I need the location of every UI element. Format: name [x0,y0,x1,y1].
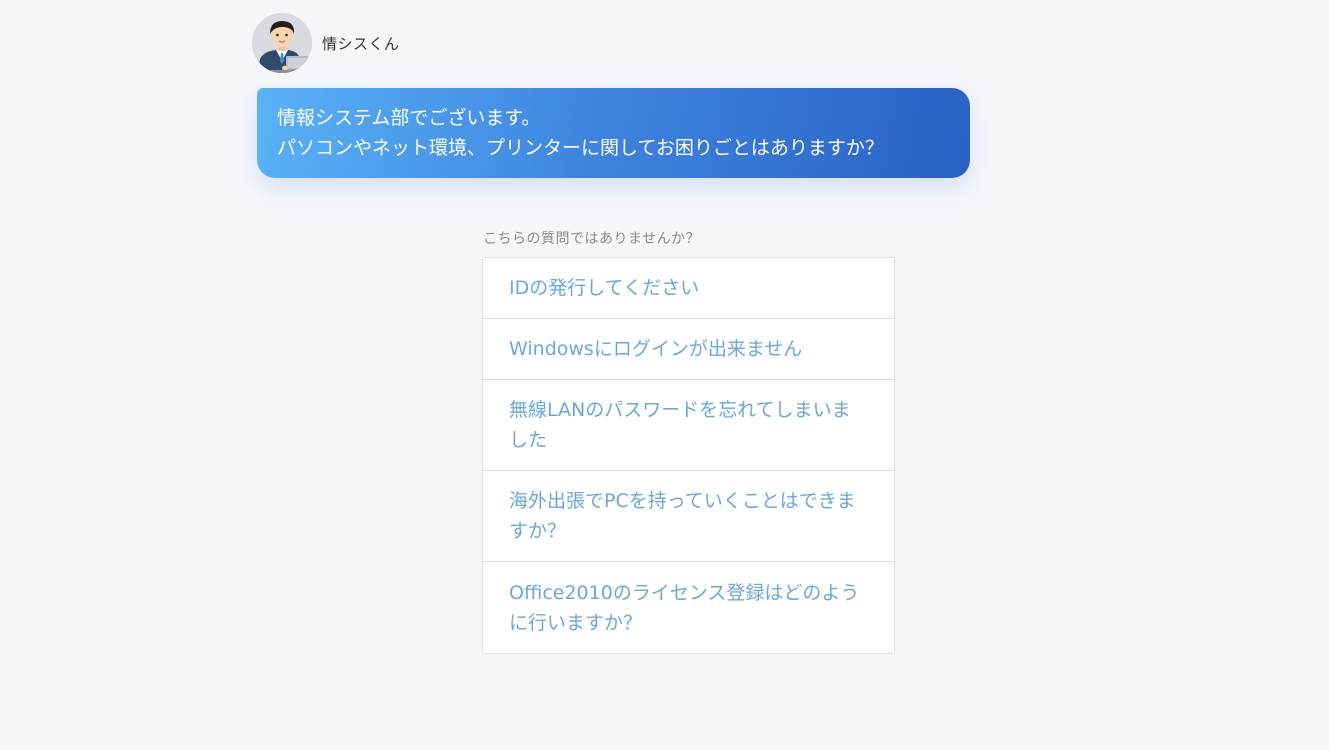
bot-header: 情シスくん [252,13,400,73]
suggestion-item-overseas-pc[interactable]: 海外出張でPCを持っていくことはできますか？ [483,471,894,562]
suggestion-list: IDの発行してください Windowsにログインが出来ません 無線LANのパスワ… [482,257,895,654]
bot-message-line: パソコンやネット環境、プリンターに関してお困りごとはありますか？ [277,137,884,159]
suggestion-item-office-license[interactable]: Office2010のライセンス登録はどのように行いますか？ [483,562,894,653]
bot-message-bubble: 情報システム部でございます。 パソコンやネット環境、プリンターに関してお困りごと… [257,88,970,178]
suggestion-text: IDの発行してください [509,277,700,299]
suggestion-item-windows-login[interactable]: Windowsにログインが出来ません [483,319,894,380]
suggestion-text: 無線LANのパスワードを忘れてしまいました [509,399,851,451]
chat-page: 情シスくん 情報システム部でございます。 パソコンやネット環境、プリンターに関し… [0,0,1329,750]
suggestion-text: 海外出張でPCを持っていくことはできますか？ [509,490,856,542]
bot-name: 情シスくん [322,34,400,53]
bot-message-line: 情報システム部でございます。 [277,107,541,129]
suggestion-text: Office2010のライセンス登録はどのように行いますか？ [509,581,860,634]
suggestion-item-wifi-password[interactable]: 無線LANのパスワードを忘れてしまいました [483,380,894,471]
suggestions-label: こちらの質問ではありませんか？ [483,231,701,247]
suggestion-item-id-issue[interactable]: IDの発行してください [483,258,894,319]
office-worker-avatar-icon [252,13,312,73]
suggestion-text: Windowsにログインが出来ません [509,338,803,360]
